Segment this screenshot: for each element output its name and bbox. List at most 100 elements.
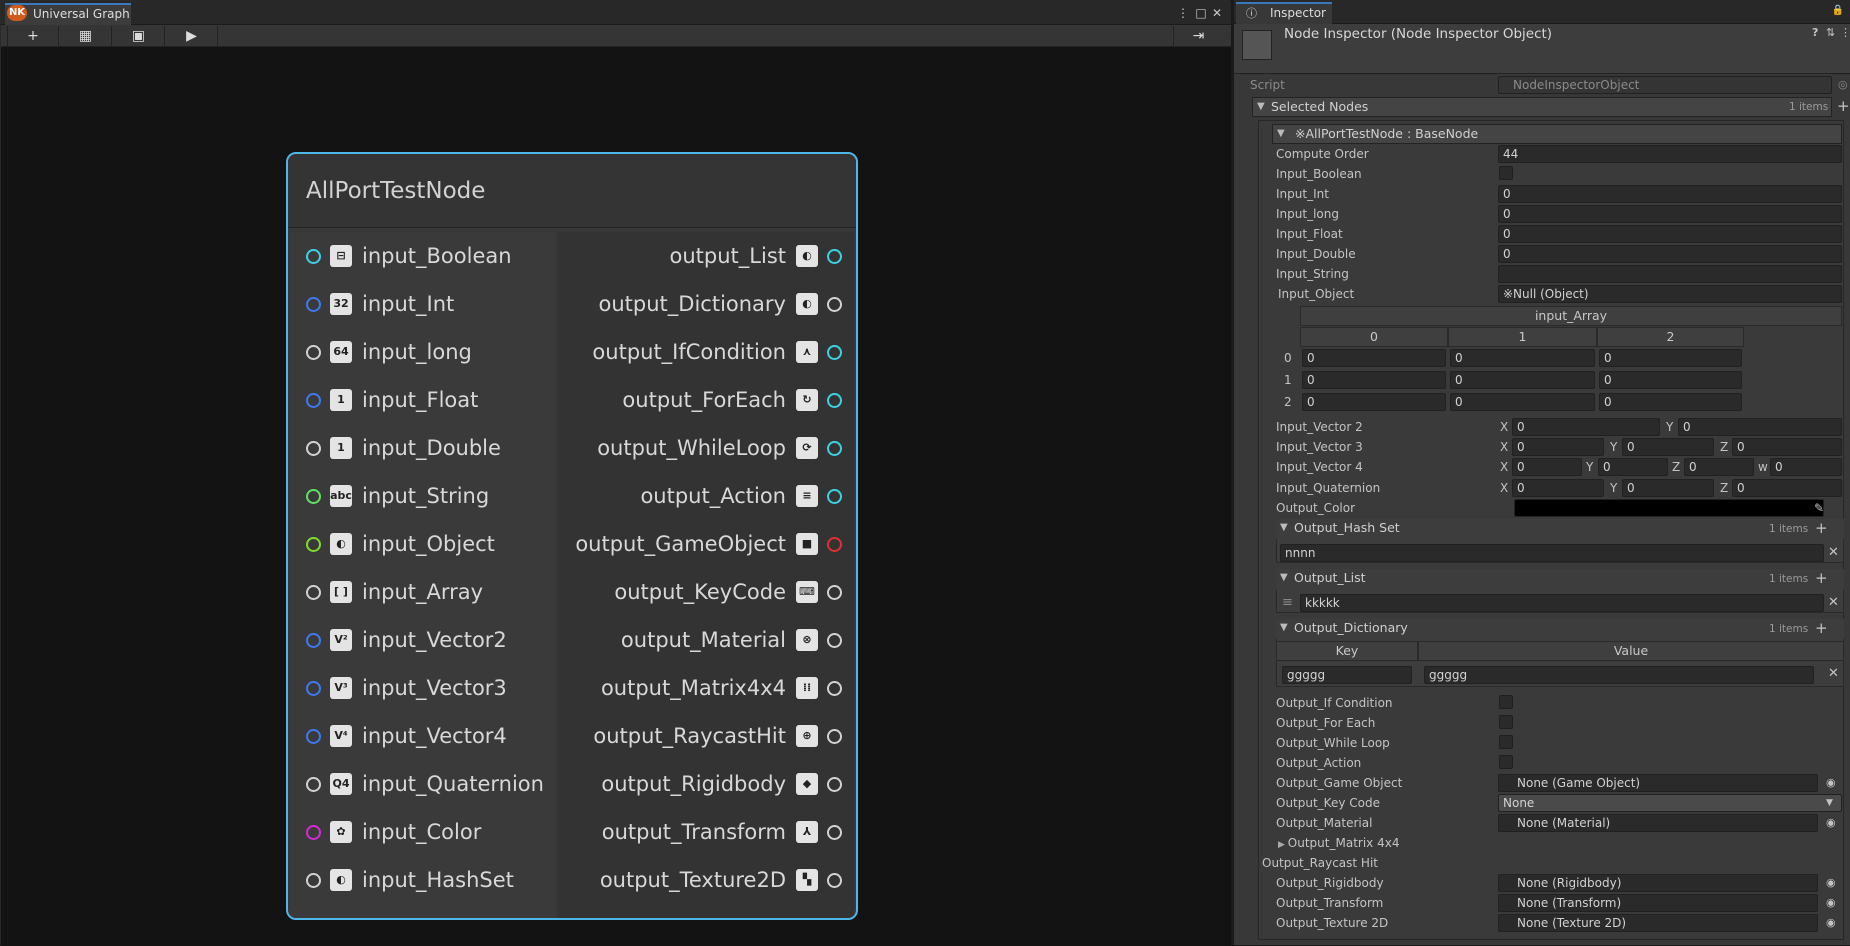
list-item[interactable]: kkkkk [1300, 594, 1824, 612]
vector3-z-field[interactable]: 0 [1732, 438, 1842, 456]
array-cell[interactable]: 0 [1599, 371, 1742, 389]
output-port-handle[interactable] [827, 537, 842, 552]
vector4-y-field[interactable]: 0 [1598, 458, 1668, 476]
window-menu-icon[interactable]: ⋮ [1175, 5, 1191, 21]
key-code-dropdown[interactable]: None [1498, 794, 1842, 812]
output-if-checkbox[interactable] [1499, 695, 1513, 709]
input-int-field[interactable]: 0 [1498, 185, 1842, 203]
more-icon[interactable]: ⋮ [1840, 26, 1850, 39]
preset-icon[interactable]: ⇅ [1826, 26, 1835, 39]
exit-button[interactable]: ⇥ [1173, 26, 1223, 46]
eyedropper-icon[interactable]: ✎ [1814, 499, 1824, 517]
transform-field[interactable]: None (Transform) [1498, 894, 1818, 912]
input-port-handle[interactable] [306, 393, 321, 408]
hash-set-item[interactable]: nnnn [1280, 544, 1824, 562]
array-cell[interactable]: 0 [1302, 393, 1446, 411]
add-hash-item-icon[interactable]: + [1815, 519, 1828, 537]
dictionary-key-field[interactable]: ggggg [1282, 666, 1412, 684]
vector3-x-field[interactable]: 0 [1512, 438, 1604, 456]
input-string-field[interactable] [1498, 265, 1842, 283]
output-port-handle[interactable] [827, 297, 842, 312]
array-cell[interactable]: 0 [1450, 349, 1595, 367]
lock-icon[interactable]: 🔒 [1830, 3, 1846, 19]
selected-nodes-header[interactable]: ▼ Selected Nodes [1252, 97, 1832, 117]
output-port-handle[interactable] [827, 729, 842, 744]
output-port-handle[interactable] [827, 249, 842, 264]
output-while-checkbox[interactable] [1499, 735, 1513, 749]
vector4-x-field[interactable]: 0 [1512, 458, 1582, 476]
hash-set-header[interactable]: ▼ Output_Hash Set [1276, 519, 1844, 539]
dictionary-value-field[interactable]: ggggg [1424, 666, 1814, 684]
input-port-handle[interactable] [306, 441, 321, 456]
add-list-item-icon[interactable]: + [1815, 569, 1828, 587]
object-picker-icon[interactable]: ◉ [1826, 874, 1836, 892]
output-foreach-checkbox[interactable] [1499, 715, 1513, 729]
output-port-handle[interactable] [827, 489, 842, 504]
maximize-icon[interactable]: □ [1193, 5, 1209, 21]
array-cell[interactable]: 0 [1450, 393, 1595, 411]
input-long-field[interactable]: 0 [1498, 205, 1842, 223]
output-color-swatch[interactable] [1514, 499, 1824, 517]
game-object-field[interactable]: None (Game Object) [1498, 774, 1818, 792]
object-picker-icon[interactable]: ◉ [1826, 774, 1836, 792]
input-port-handle[interactable] [306, 585, 321, 600]
output-port-handle[interactable] [827, 873, 842, 888]
node-element-header[interactable]: ▼ ※AllPortTestNode : BaseNode [1272, 124, 1842, 144]
output-port-handle[interactable] [827, 681, 842, 696]
quaternion-z-field[interactable]: 0 [1732, 479, 1842, 497]
drag-handle-icon[interactable]: ≡ [1282, 594, 1293, 612]
array-cell[interactable]: 0 [1599, 393, 1742, 411]
input-port-handle[interactable] [306, 537, 321, 552]
input-port-handle[interactable] [306, 825, 321, 840]
remove-hash-item-icon[interactable]: ✕ [1828, 544, 1839, 562]
output-port-handle[interactable] [827, 393, 842, 408]
add-element-icon[interactable]: + [1837, 97, 1850, 115]
output-port-handle[interactable] [827, 633, 842, 648]
material-field[interactable]: None (Material) [1498, 814, 1818, 832]
vector2-x-field[interactable]: 0 [1512, 418, 1660, 436]
array-cell[interactable]: 0 [1302, 371, 1446, 389]
output-port-handle[interactable] [827, 825, 842, 840]
input-port-handle[interactable] [306, 345, 321, 360]
input-port-handle[interactable] [306, 489, 321, 504]
vector4-w-field[interactable]: 0 [1770, 458, 1842, 476]
array-cell[interactable]: 0 [1302, 349, 1446, 367]
object-picker-icon[interactable]: ◉ [1826, 894, 1836, 912]
object-picker-icon[interactable]: ◉ [1826, 914, 1836, 932]
help-icon[interactable]: ? [1812, 26, 1818, 39]
rigidbody-field[interactable]: None (Rigidbody) [1498, 874, 1818, 892]
input-object-field[interactable]: ※Null (Object) [1498, 285, 1842, 303]
frame-button[interactable]: ▣ [113, 26, 165, 46]
quaternion-y-field[interactable]: 0 [1622, 479, 1714, 497]
remove-dictionary-item-icon[interactable]: ✕ [1828, 665, 1839, 683]
input-port-handle[interactable] [306, 633, 321, 648]
vector4-z-field[interactable]: 0 [1684, 458, 1754, 476]
run-button[interactable]: ▶ [166, 26, 218, 46]
input-port-handle[interactable] [306, 873, 321, 888]
input-float-field[interactable]: 0 [1498, 225, 1842, 243]
object-picker-icon[interactable]: ◉ [1826, 814, 1836, 832]
dictionary-header[interactable]: ▼ Output_Dictionary [1276, 619, 1844, 639]
input-port-handle[interactable] [306, 681, 321, 696]
output-port-handle[interactable] [827, 345, 842, 360]
output-action-checkbox[interactable] [1499, 755, 1513, 769]
blackboard-button[interactable]: ▦ [60, 26, 112, 46]
output-port-handle[interactable] [827, 441, 842, 456]
output-port-handle[interactable] [827, 777, 842, 792]
graph-canvas[interactable]: AllPortTestNode ⊟ input_Boolean 32 input_In… [1, 47, 1231, 946]
all-port-test-node[interactable]: AllPortTestNode ⊟ input_Boolean 32 input_In… [286, 152, 858, 920]
remove-list-item-icon[interactable]: ✕ [1828, 594, 1839, 612]
input-boolean-checkbox[interactable] [1499, 166, 1513, 180]
input-port-handle[interactable] [306, 729, 321, 744]
compute-order-field[interactable]: 44 [1498, 145, 1842, 163]
input-port-handle[interactable] [306, 777, 321, 792]
array-cell[interactable]: 0 [1599, 349, 1742, 367]
output-port-handle[interactable] [827, 585, 842, 600]
close-icon[interactable]: ✕ [1209, 5, 1225, 21]
vector2-y-field[interactable]: 0 [1678, 418, 1842, 436]
matrix-foldout[interactable]: ▶ Output_Matrix 4x4 [1278, 834, 1399, 854]
input-port-handle[interactable] [306, 249, 321, 264]
array-cell[interactable]: 0 [1450, 371, 1595, 389]
list-header[interactable]: ▼ Output_List [1276, 569, 1844, 589]
add-dictionary-item-icon[interactable]: + [1815, 619, 1828, 637]
